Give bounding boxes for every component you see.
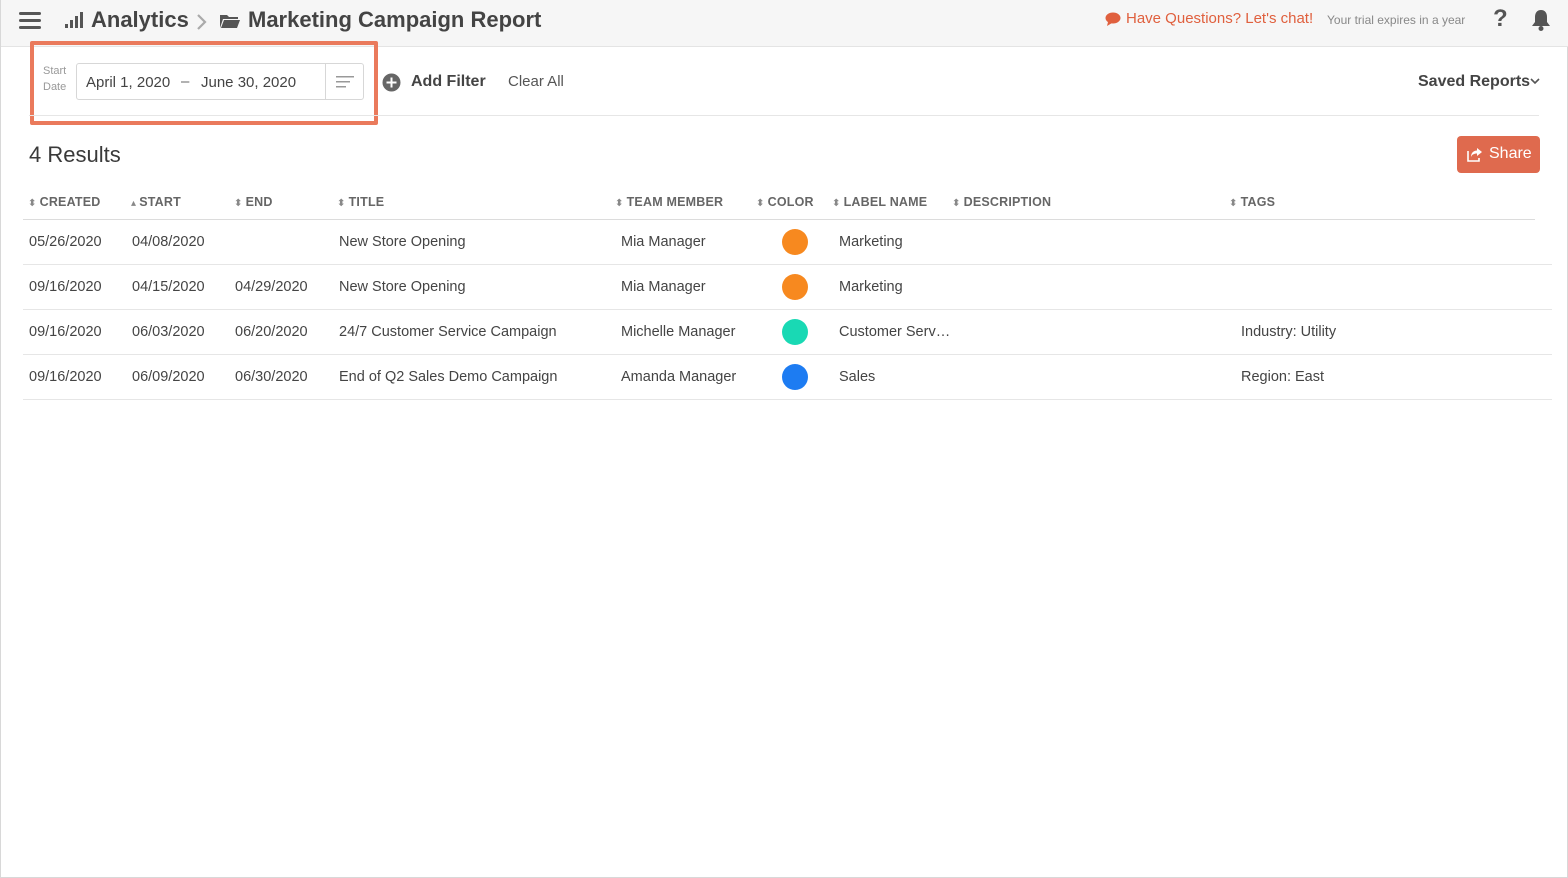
sort-icon: ⬍ [1229,198,1238,209]
table-row[interactable]: 05/26/2020 04/08/2020 New Store Opening … [23,220,1552,265]
color-swatch [782,274,808,300]
results-table: ⬍ CREATED ▴ START ⬍ END ⬍ TITLE ⬍ TEAM MEMBER… [23,186,1552,400]
column-header-start[interactable]: ▴ START [131,195,181,209]
bar-chart-icon [65,12,83,28]
sort-icon: ⬍ [756,198,765,209]
column-header-label-name[interactable]: ⬍ LABEL NAME [832,195,927,209]
folder-icon [220,15,240,28]
cell-start: 06/03/2020 [132,324,205,340]
clear-all-button[interactable]: Clear All [508,73,564,90]
chevron-down-icon[interactable] [1530,78,1540,85]
share-label: Share [1489,145,1532,162]
cell-label-name: Marketing [839,279,903,295]
trial-status: Your trial expires in a year [1327,13,1466,27]
app-window: Analytics Marketing Campaign Report Have… [0,0,1568,878]
color-swatch [782,229,808,255]
menu-icon[interactable] [19,12,41,30]
cell-created: 05/26/2020 [29,234,102,250]
date-to: June 30, 2020 [201,74,297,91]
breadcrumb-analytics[interactable]: Analytics [91,7,189,33]
bell-icon[interactable] [1531,9,1551,31]
date-range-input[interactable]: April 1, 2020 – June 30, 2020 [76,63,364,100]
cell-created: 09/16/2020 [29,369,102,385]
date-separator: – [181,73,190,90]
column-header-created[interactable]: ⬍ CREATED [28,195,101,209]
cell-team-member: Michelle Manager [621,324,736,340]
chevron-right-icon [197,14,207,30]
date-from: April 1, 2020 [86,74,171,91]
cell-created: 09/16/2020 [29,279,102,295]
sort-icon: ⬍ [28,198,37,209]
color-swatch [782,319,808,345]
cell-label-name: Marketing [839,234,903,250]
column-header-color[interactable]: ⬍ COLOR [756,195,814,209]
cell-title: New Store Opening [339,279,466,295]
cell-team-member: Mia Manager [621,279,706,295]
cell-label-name: Sales [839,369,876,385]
lines-menu-icon [335,75,354,87]
sort-icon: ⬍ [234,198,243,209]
column-header-team-member[interactable]: ⬍ TEAM MEMBER [615,195,723,209]
results-count: 4 Results [29,142,121,167]
sort-icon: ⬍ [952,198,961,209]
table-row[interactable]: 09/16/2020 04/15/2020 04/29/2020 New Sto… [23,265,1552,310]
column-header-end[interactable]: ⬍ END [234,195,273,209]
share-icon [1467,148,1482,162]
sort-icon: ⬍ [615,198,624,209]
page-title: Marketing Campaign Report [248,7,542,32]
sort-icon: ⬍ [832,198,841,209]
cell-tags: Region: East [1241,369,1325,385]
filter-divider [29,115,1539,116]
cell-title: New Store Opening [339,234,466,250]
table-header: ⬍ CREATED ▴ START ⬍ END ⬍ TITLE ⬍ TEAM MEMBER… [23,186,1535,220]
add-filter-button[interactable]: Add Filter [411,73,486,91]
sort-asc-icon: ▴ [131,198,137,209]
start-date-label: Start Date [43,65,67,93]
chat-link[interactable]: Have Questions? Let's chat! [1126,10,1313,27]
cell-title: 24/7 Customer Service Campaign [339,324,557,340]
cell-start: 06/09/2020 [132,369,205,385]
table-row[interactable]: 09/16/2020 06/03/2020 06/20/2020 24/7 Cu… [23,310,1552,355]
table-row[interactable]: 09/16/2020 06/09/2020 06/30/2020 End of … [23,355,1552,400]
cell-end: 04/29/2020 [235,279,308,295]
cell-tags: Industry: Utility [1241,324,1337,340]
cell-title: End of Q2 Sales Demo Campaign [339,369,558,385]
column-header-title[interactable]: ⬍ TITLE [337,195,384,209]
plus-circle-icon[interactable] [382,73,401,92]
help-icon[interactable]: ? [1493,5,1508,33]
cell-end: 06/20/2020 [235,324,308,340]
column-header-description[interactable]: ⬍ DESCRIPTION [952,195,1051,209]
top-bar: Analytics Marketing Campaign Report Have… [1,0,1568,47]
cell-team-member: Mia Manager [621,234,706,250]
cell-created: 09/16/2020 [29,324,102,340]
cell-start: 04/08/2020 [132,234,205,250]
chat-bubble-icon [1105,12,1121,26]
color-swatch [782,364,808,390]
date-options-button[interactable] [325,64,363,99]
sort-icon: ⬍ [337,198,346,209]
cell-team-member: Amanda Manager [621,369,737,385]
cell-label-name: Customer Serv… [839,324,951,340]
share-button[interactable]: Share [1457,136,1540,173]
cell-start: 04/15/2020 [132,279,205,295]
column-header-tags[interactable]: ⬍ TAGS [1229,195,1275,209]
saved-reports-dropdown[interactable]: Saved Reports [1418,73,1530,91]
cell-end: 06/30/2020 [235,369,308,385]
